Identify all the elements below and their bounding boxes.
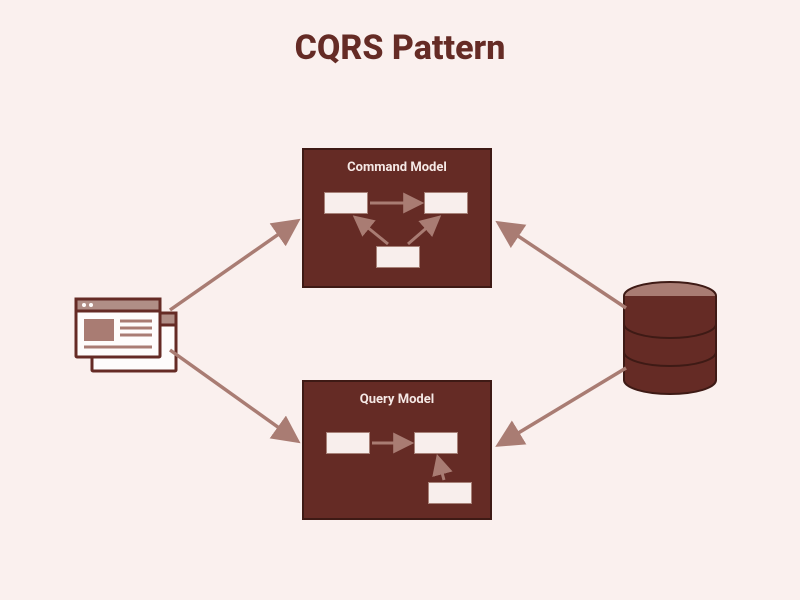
edge-client-to-command (170, 222, 296, 310)
edge-db-to-command (500, 224, 626, 308)
edge-db-to-query (500, 368, 626, 444)
command-model-box: Command Model (302, 148, 492, 288)
edge-client-to-query (170, 350, 296, 440)
client-ui-icon (72, 295, 182, 375)
diagram-title: CQRS Pattern (0, 28, 800, 68)
database-icon (620, 280, 720, 400)
query-model-box: Query Model (302, 380, 492, 520)
